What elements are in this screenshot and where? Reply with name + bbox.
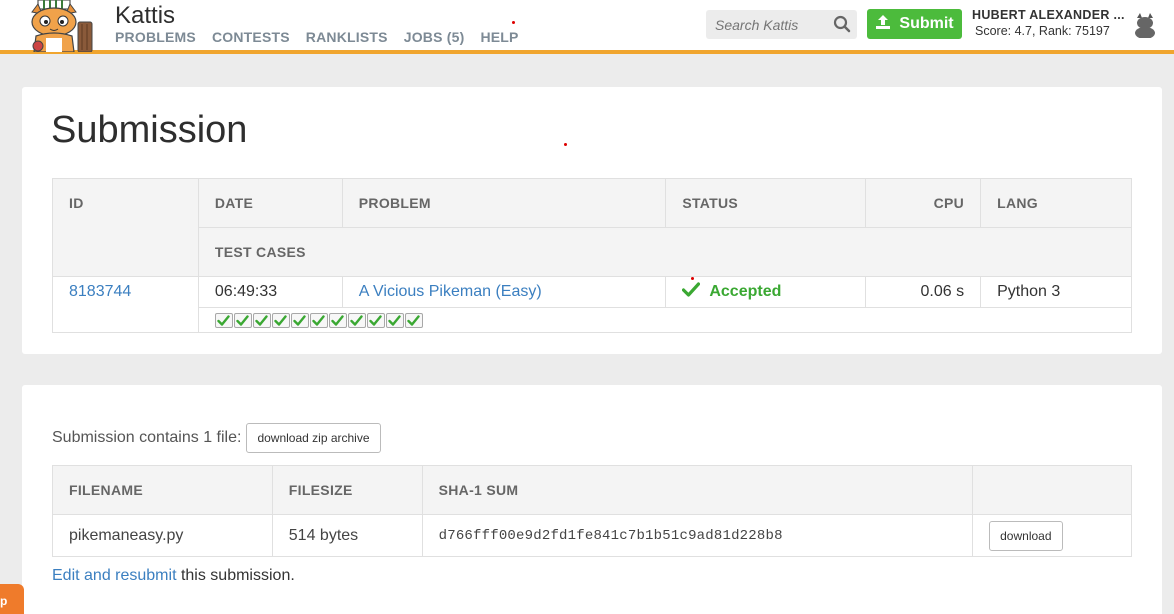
nav-contests[interactable]: CONTESTS xyxy=(212,29,290,45)
edit-resubmit-link[interactable]: Edit and resubmit xyxy=(52,567,177,584)
test-case-passed-icon[interactable] xyxy=(404,312,423,328)
cpu-time: 0.06 s xyxy=(865,276,982,308)
user-score: Score: 4.7, Rank: 75197 xyxy=(975,24,1110,38)
kattis-logo[interactable] xyxy=(24,0,102,53)
page-title: Submission xyxy=(51,109,248,151)
files-summary: Submission contains 1 file: download zip… xyxy=(52,423,381,453)
red-dot-marker xyxy=(564,143,567,146)
problem-link[interactable]: A Vicious Pikeman (Easy) xyxy=(359,283,542,300)
test-cases-row xyxy=(53,307,1133,333)
col-header-filename: FILENAME xyxy=(52,465,273,515)
status-text: Accepted xyxy=(709,283,782,300)
col-header-test-cases: TEST CASES xyxy=(197,227,1133,277)
help-tab[interactable]: p xyxy=(0,584,24,614)
test-case-passed-icon[interactable] xyxy=(366,312,385,328)
checkmark-icon xyxy=(682,282,701,302)
search-box xyxy=(706,10,857,39)
submit-button[interactable]: Submit xyxy=(867,9,962,39)
test-case-passed-icon[interactable] xyxy=(252,312,271,328)
test-case-passed-icon[interactable] xyxy=(385,312,404,328)
test-case-passed-icon[interactable] xyxy=(347,312,366,328)
top-navbar: Kattis PROBLEMS CONTESTS RANKLISTS JOBS … xyxy=(0,0,1174,54)
col-header-status: STATUS xyxy=(665,178,867,228)
status-badge: Accepted xyxy=(682,282,849,302)
test-case-passed-icon[interactable] xyxy=(328,312,347,328)
table-row: 8183744 06:49:33 A Vicious Pikeman (Easy… xyxy=(52,276,1132,333)
nav-ranklists[interactable]: RANKLISTS xyxy=(306,29,388,45)
download-zip-button[interactable]: download zip archive xyxy=(246,423,381,453)
file-sha1: d766fff00e9d2fd1fe841c7b1b51c9ad81d228b8 xyxy=(421,514,974,557)
upload-icon xyxy=(875,14,891,35)
test-cases-list xyxy=(214,312,1115,328)
submission-table: ID DATE PROBLEM STATUS CPU LANG TEST CAS… xyxy=(52,178,1133,333)
files-table: FILENAME FILESIZE SHA-1 SUM pikemaneasy.… xyxy=(52,465,1132,557)
avatar[interactable] xyxy=(1133,12,1157,39)
test-case-passed-icon[interactable] xyxy=(290,312,309,328)
col-header-lang: LANG xyxy=(980,178,1132,228)
table-row: pikemaneasy.py 514 bytes d766fff00e9d2fd… xyxy=(52,514,1132,557)
edit-resubmit-suffix: this submission. xyxy=(176,567,295,584)
col-header-problem: PROBLEM xyxy=(341,178,667,228)
submission-date: 06:49:33 xyxy=(197,276,343,308)
files-summary-text: Submission contains 1 file: xyxy=(52,429,242,446)
brand-title[interactable]: Kattis xyxy=(115,2,175,30)
user-name[interactable]: HUBERT ALEXANDER ... xyxy=(972,8,1124,22)
col-header-filesize: FILESIZE xyxy=(271,465,423,515)
col-header-actions xyxy=(972,465,1132,515)
test-case-passed-icon[interactable] xyxy=(214,312,233,328)
test-case-passed-icon[interactable] xyxy=(309,312,328,328)
test-case-passed-icon[interactable] xyxy=(271,312,290,328)
language: Python 3 xyxy=(980,276,1132,308)
edit-resubmit-line: Edit and resubmit this submission. xyxy=(52,567,295,585)
nav-jobs[interactable]: JOBS (5) xyxy=(404,29,465,45)
search-icon[interactable] xyxy=(833,15,851,33)
col-header-cpu: CPU xyxy=(865,178,982,228)
user-info[interactable]: HUBERT ALEXANDER ... Score: 4.7, Rank: 7… xyxy=(972,8,1124,38)
nav-problems[interactable]: PROBLEMS xyxy=(115,29,196,45)
submission-id-link[interactable]: 8183744 xyxy=(69,283,131,300)
files-card: Submission contains 1 file: download zip… xyxy=(22,385,1162,614)
submit-label: Submit xyxy=(899,15,954,32)
col-header-date: DATE xyxy=(197,178,343,228)
test-case-passed-icon[interactable] xyxy=(233,312,252,328)
red-dot-marker xyxy=(691,277,695,280)
nav-help[interactable]: HELP xyxy=(480,29,518,45)
file-size: 514 bytes xyxy=(271,514,423,557)
red-dot-marker xyxy=(512,21,515,24)
col-header-id: ID xyxy=(52,178,199,277)
file-name: pikemaneasy.py xyxy=(52,514,273,557)
main-nav: PROBLEMS CONTESTS RANKLISTS JOBS (5) HEL… xyxy=(115,29,519,45)
col-header-sha1: SHA-1 SUM xyxy=(421,465,974,515)
submission-card: Submission ID DATE PROBLEM STATUS CPU LA… xyxy=(22,87,1162,354)
search-input[interactable] xyxy=(706,10,826,39)
download-button[interactable]: download xyxy=(989,520,1063,551)
